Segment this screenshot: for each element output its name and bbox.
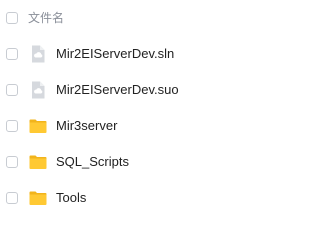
- generic-file-icon: [28, 44, 48, 64]
- row-checkbox[interactable]: [6, 120, 18, 132]
- row-checkbox[interactable]: [6, 156, 18, 168]
- list-item[interactable]: SQL_Scripts: [0, 144, 316, 180]
- folder-name[interactable]: Tools: [56, 189, 86, 207]
- folder-name[interactable]: Mir3server: [56, 117, 117, 135]
- file-list: 文件名 Mir2EIServerDev.sln Mir2EIServerDev.…: [0, 0, 316, 252]
- list-item[interactable]: Tools: [0, 180, 316, 216]
- list-header: 文件名: [0, 0, 316, 36]
- file-name[interactable]: Mir2EIServerDev.suo: [56, 81, 179, 99]
- generic-file-icon: [28, 80, 48, 100]
- folder-icon: [28, 152, 48, 172]
- folder-icon: [28, 116, 48, 136]
- row-checkbox[interactable]: [6, 48, 18, 60]
- select-all-checkbox[interactable]: [6, 12, 18, 24]
- list-item[interactable]: Mir3server: [0, 108, 316, 144]
- file-name[interactable]: Mir2EIServerDev.sln: [56, 45, 174, 63]
- folder-name[interactable]: SQL_Scripts: [56, 153, 129, 171]
- list-item[interactable]: Mir2EIServerDev.sln: [0, 36, 316, 72]
- row-checkbox[interactable]: [6, 84, 18, 96]
- row-checkbox[interactable]: [6, 192, 18, 204]
- filename-column-header[interactable]: 文件名: [28, 10, 64, 26]
- folder-icon: [28, 188, 48, 208]
- list-item[interactable]: Mir2EIServerDev.suo: [0, 72, 316, 108]
